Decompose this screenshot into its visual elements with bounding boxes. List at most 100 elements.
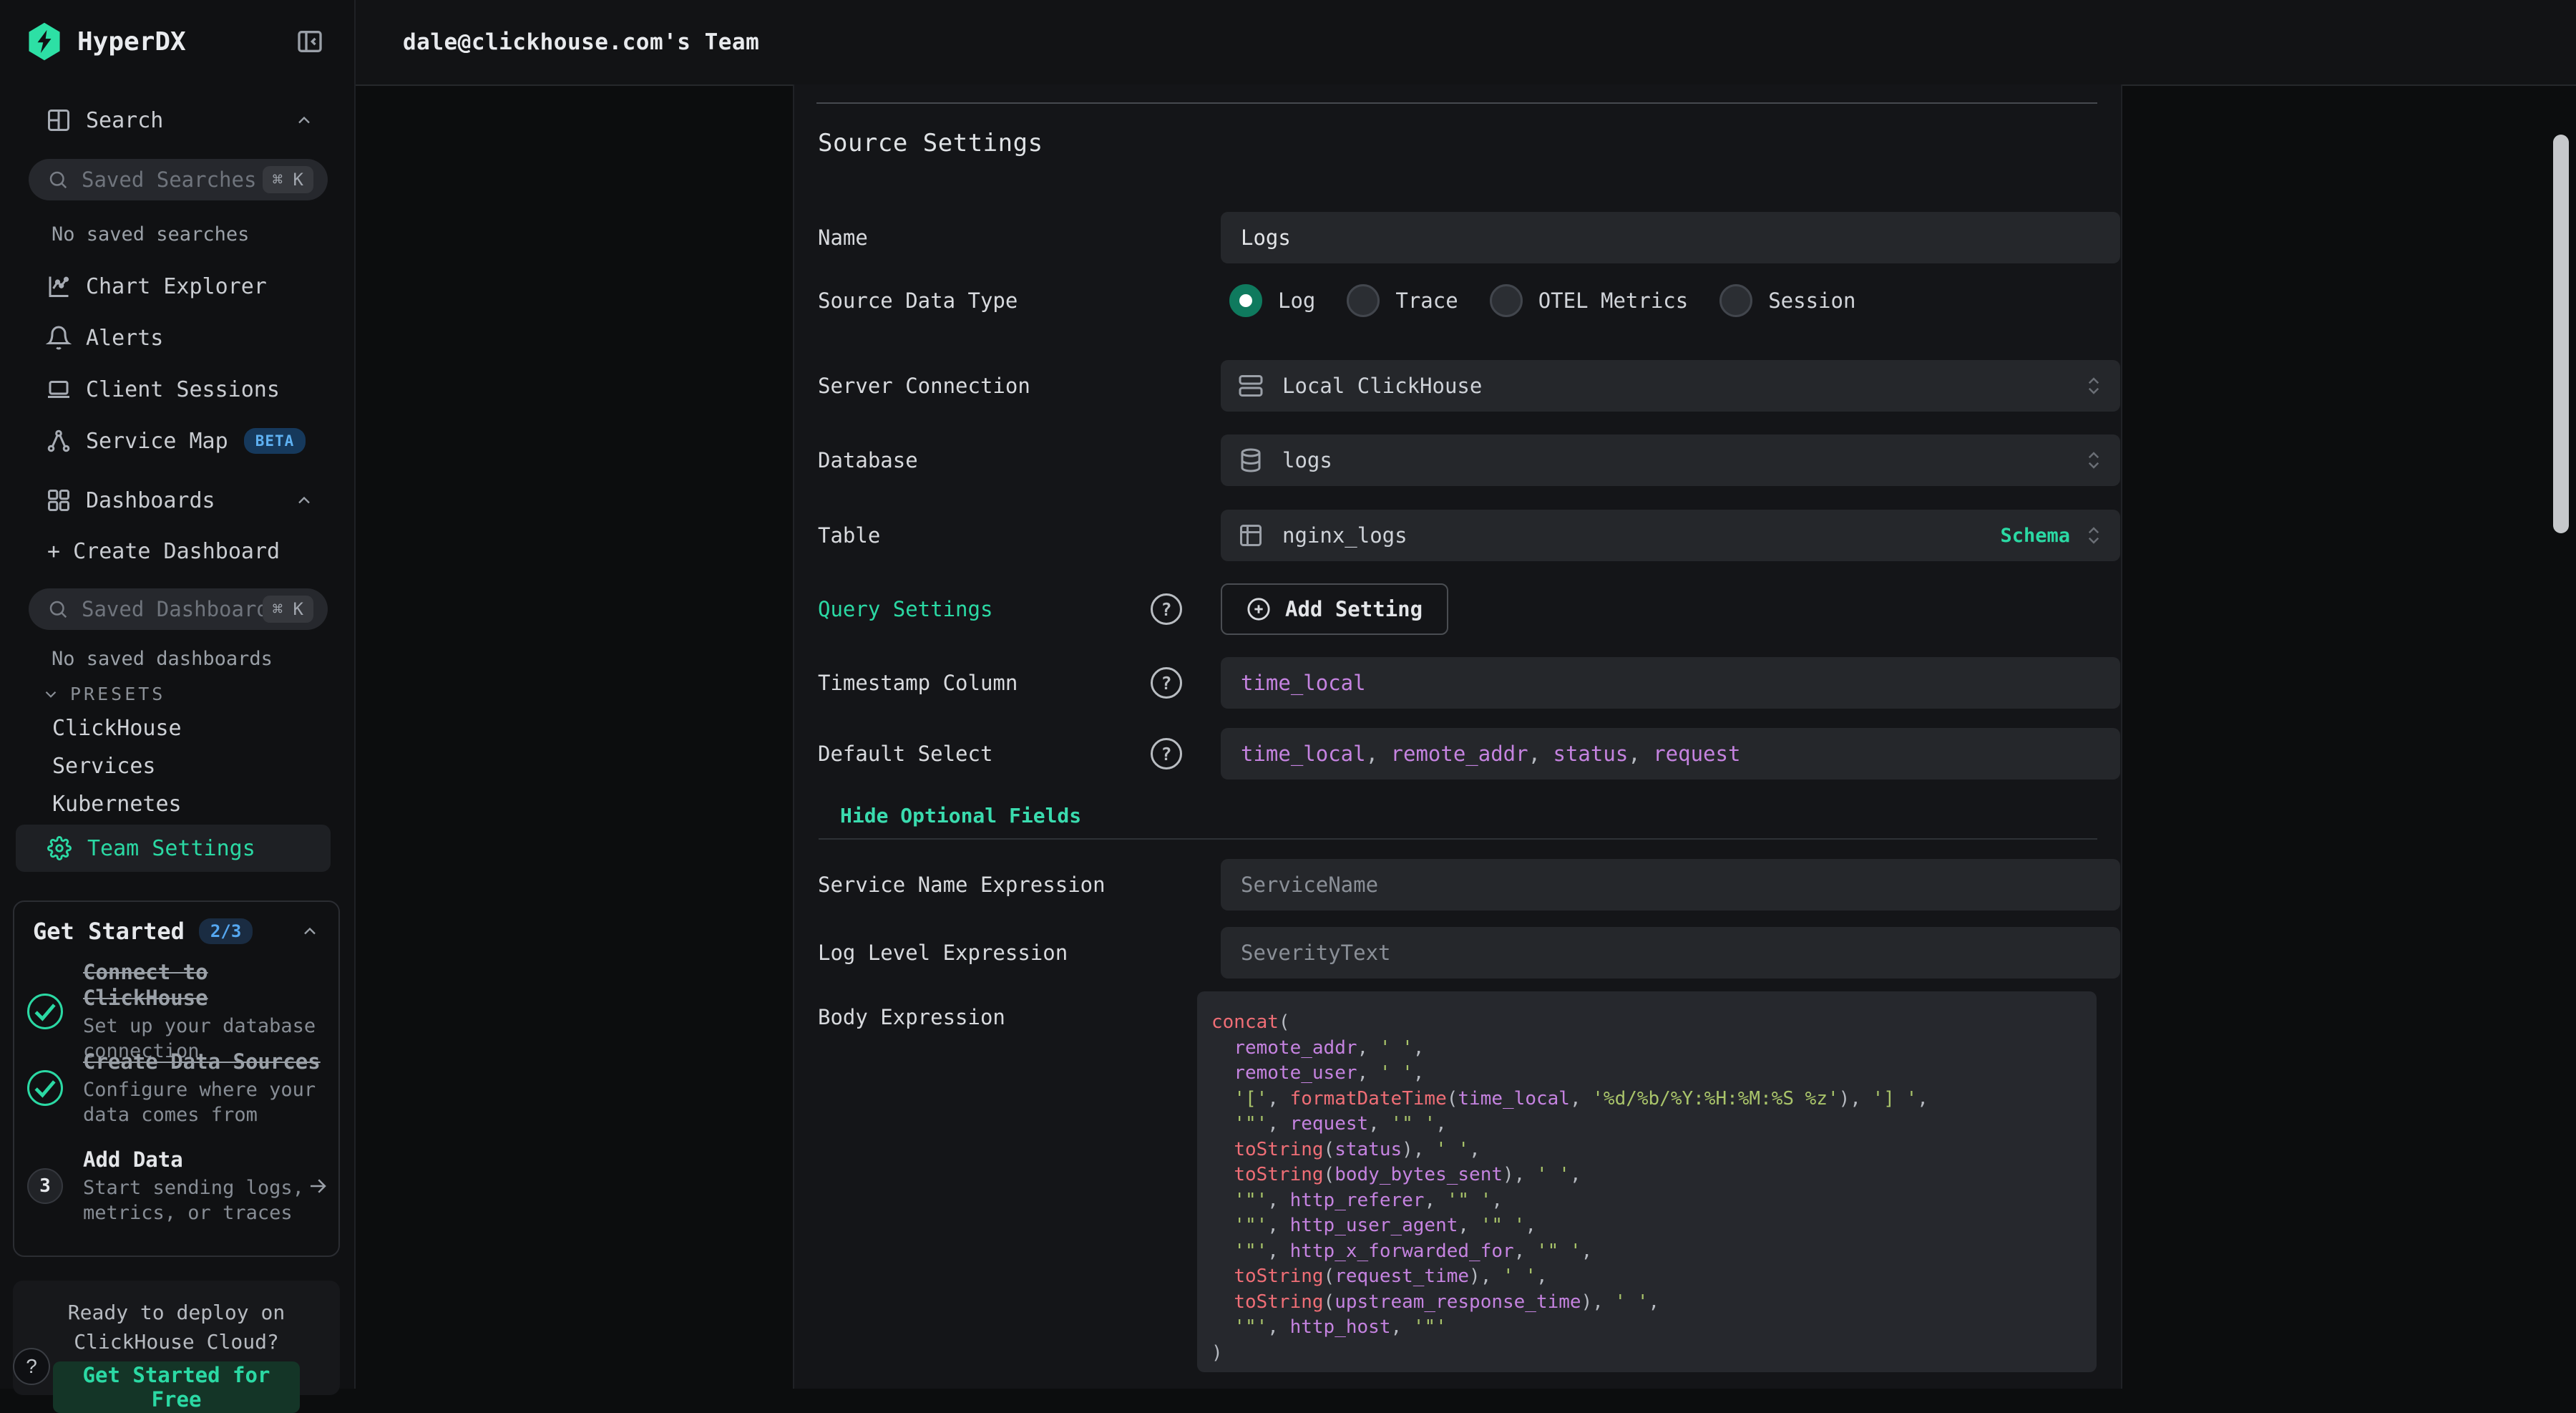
code-line: '"', request, '" ', (1211, 1112, 2082, 1137)
sidebar-item-team-settings[interactable]: Team Settings (16, 825, 331, 872)
source-settings-panel: Source Settings Name Logs Source Data Ty… (793, 84, 2122, 1389)
radio-unselected-icon[interactable] (1490, 284, 1523, 317)
chevron-down-icon (42, 685, 60, 704)
default-select-value: time_local, remote_addr, status, request (1241, 742, 1740, 766)
check-circle-icon (27, 994, 63, 1029)
server-connection-value: Local ClickHouse (1282, 374, 1482, 398)
server-connection-row: Server Connection Local ClickHouse (818, 360, 2097, 412)
log-level-input[interactable]: SeverityText (1221, 927, 2120, 979)
name-input[interactable]: Logs (1221, 212, 2120, 263)
search-icon (47, 169, 69, 190)
timestamp-column-row: Timestamp Column ? time_local (818, 657, 2097, 709)
code-line: '"', http_referer, '" ', (1211, 1188, 2082, 1214)
help-icon[interactable]: ? (1151, 593, 1182, 625)
sidebar-item-service-map[interactable]: Service MapBETA (0, 421, 354, 461)
topbar: dale@clickhouse.com's Team (356, 0, 2576, 86)
search-section-icon (46, 107, 72, 133)
radio-selected-icon[interactable] (1229, 284, 1262, 317)
get-started-progress-badge: 2/3 (199, 918, 253, 944)
table-select[interactable]: nginx_logs Schema (1221, 510, 2120, 561)
get-started-header[interactable]: Get Started 2/3 (33, 918, 320, 945)
sidebar-item-label: Service Map (86, 429, 228, 454)
source-data-type-label: Source Data Type (818, 275, 1018, 326)
saved-dashboards-input[interactable]: Saved Dashboards ⌘ K (29, 588, 328, 630)
sidebar-item-label: Alerts (86, 326, 163, 351)
service-name-input[interactable]: ServiceName (1221, 859, 2120, 911)
add-setting-button[interactable]: Add Setting (1221, 583, 1448, 635)
team-title: dale@clickhouse.com's Team (403, 29, 759, 55)
get-started-item-text: Create Data SourcesConfigure where your … (83, 1049, 328, 1127)
get-started-free-button[interactable]: Get Started for Free (53, 1361, 300, 1413)
radio-log[interactable]: Log (1229, 284, 1315, 317)
radio-label: Log (1278, 288, 1315, 313)
code-line: '"', http_x_forwarded_for, '" ', (1211, 1239, 2082, 1265)
database-value: logs (1282, 448, 1332, 472)
get-started-item-add-data[interactable]: 3Add DataStart sending logs, metrics, or… (27, 1147, 328, 1225)
get-started-item-create-data-sources[interactable]: Create Data SourcesConfigure where your … (27, 1049, 328, 1127)
radio-unselected-icon[interactable] (1347, 284, 1380, 317)
help-icon[interactable]: ? (1151, 738, 1182, 769)
plus-circle-icon (1246, 597, 1271, 621)
bell-icon (46, 325, 72, 351)
log-level-label: Log Level Expression (818, 927, 1068, 979)
database-select[interactable]: logs (1221, 434, 2120, 486)
scrollbar[interactable] (2553, 135, 2569, 533)
preset-clickhouse[interactable]: ClickHouse (52, 716, 182, 741)
get-started-card: Get Started 2/3 Connect to ClickHouseSet… (13, 900, 340, 1257)
no-saved-searches-note: No saved searches (52, 223, 249, 246)
preset-services[interactable]: Services (52, 754, 156, 779)
schema-link[interactable]: Schema (2000, 525, 2070, 547)
help-button[interactable]: ? (13, 1348, 50, 1385)
preset-kubernetes[interactable]: Kubernetes (52, 792, 182, 817)
radio-label: OTEL Metrics (1538, 288, 1689, 313)
chevron-up-icon[interactable] (294, 490, 314, 510)
add-setting-label: Add Setting (1285, 597, 1423, 621)
select-chevrons-icon (2083, 450, 2104, 471)
code-line: '[', formatDateTime(time_local, '%d/%b/%… (1211, 1087, 2082, 1112)
sidebar-item-client-sessions[interactable]: Client Sessions (0, 369, 354, 409)
create-dashboard-button[interactable]: + Create Dashboard (47, 539, 280, 564)
server-connection-select[interactable]: Local ClickHouse (1221, 360, 2120, 412)
sidebar-item-dashboards[interactable]: Dashboards (0, 480, 354, 520)
chevron-up-icon[interactable] (300, 921, 320, 941)
sidebar-item-alerts[interactable]: Alerts (0, 318, 354, 358)
step-number-badge: 3 (27, 1168, 63, 1204)
sidebar-item-label: Search (86, 108, 163, 133)
get-started-item-title: Connect to ClickHouse (83, 959, 328, 1011)
table-icon (1238, 523, 1264, 548)
chevron-up-icon[interactable] (294, 110, 314, 130)
radio-otel-metrics[interactable]: OTEL Metrics (1490, 284, 1689, 317)
no-saved-dashboards-note: No saved dashboards (52, 648, 273, 670)
default-select-label: Default Select (818, 728, 992, 780)
get-started-item-desc: Configure where your data comes from (83, 1077, 328, 1127)
radio-trace[interactable]: Trace (1347, 284, 1458, 317)
timestamp-column-value: time_local (1241, 671, 1366, 695)
table-label: Table (818, 510, 880, 561)
timestamp-column-input[interactable]: time_local (1221, 657, 2120, 709)
body-expression-editor[interactable]: concat( remote_addr, ' ', remote_user, '… (1197, 991, 2097, 1372)
code-line: '"', http_host, '"' (1211, 1315, 2082, 1341)
table-row: Table nginx_logs Schema (818, 510, 2097, 561)
sidebar-item-chart-explorer[interactable]: Chart Explorer (0, 266, 354, 306)
radio-unselected-icon[interactable] (1719, 284, 1752, 317)
sidebar-collapse-button[interactable] (296, 27, 324, 56)
name-value: Logs (1241, 225, 1291, 250)
clickhouse-cloud-card: Ready to deploy on ClickHouse Cloud? Get… (13, 1281, 340, 1395)
service-name-row: Service Name Expression ServiceName (818, 859, 2097, 911)
database-row: Database logs (818, 434, 2097, 486)
name-label: Name (818, 212, 868, 263)
radio-session[interactable]: Session (1719, 284, 1855, 317)
cloud-card-text: Ready to deploy on ClickHouse Cloud? (34, 1298, 318, 1356)
hide-optional-fields-button[interactable]: Hide Optional Fields (840, 804, 1081, 827)
arrow-right-icon (307, 1175, 328, 1197)
server-connection-label: Server Connection (818, 360, 1030, 412)
body-expression-label: Body Expression (818, 1000, 1005, 1034)
help-icon[interactable]: ? (1151, 667, 1182, 699)
query-settings-label: Query Settings (818, 583, 992, 635)
presets-toggle[interactable]: PRESETS (42, 684, 165, 704)
database-label: Database (818, 434, 918, 486)
default-select-input[interactable]: time_local, remote_addr, status, request (1221, 728, 2120, 780)
get-started-title: Get Started (33, 918, 185, 945)
sidebar-item-search[interactable]: Search (0, 100, 354, 140)
saved-searches-input[interactable]: Saved Searches ⌘ K (29, 159, 328, 200)
